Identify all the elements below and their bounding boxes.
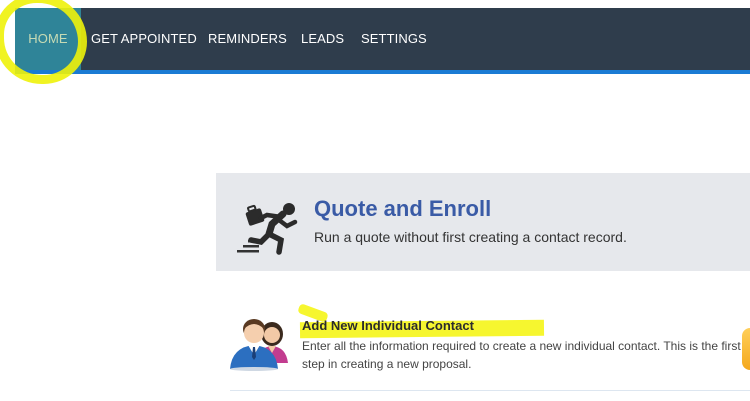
add-individual-contact-title[interactable]: Add New Individual Contact	[302, 318, 474, 333]
add-individual-contact-description: Enter all the information required to cr…	[302, 339, 741, 371]
quote-enroll-title[interactable]: Quote and Enroll	[314, 196, 491, 222]
quote-enroll-description: Run a quote without first creating a con…	[314, 229, 627, 245]
nav-accent-line	[15, 70, 750, 74]
nav-reminders[interactable]: REMINDERS	[208, 8, 287, 70]
nav-home[interactable]: HOME	[15, 8, 81, 70]
section-divider	[230, 390, 750, 391]
nav-settings[interactable]: SETTINGS	[361, 8, 427, 70]
nav-get-appointed[interactable]: GET APPOINTED	[91, 8, 197, 70]
running-person-icon	[237, 203, 298, 255]
contacts-people-icon	[230, 319, 288, 371]
next-card-icon-edge	[742, 328, 750, 370]
nav-leads[interactable]: LEADS	[301, 8, 344, 70]
